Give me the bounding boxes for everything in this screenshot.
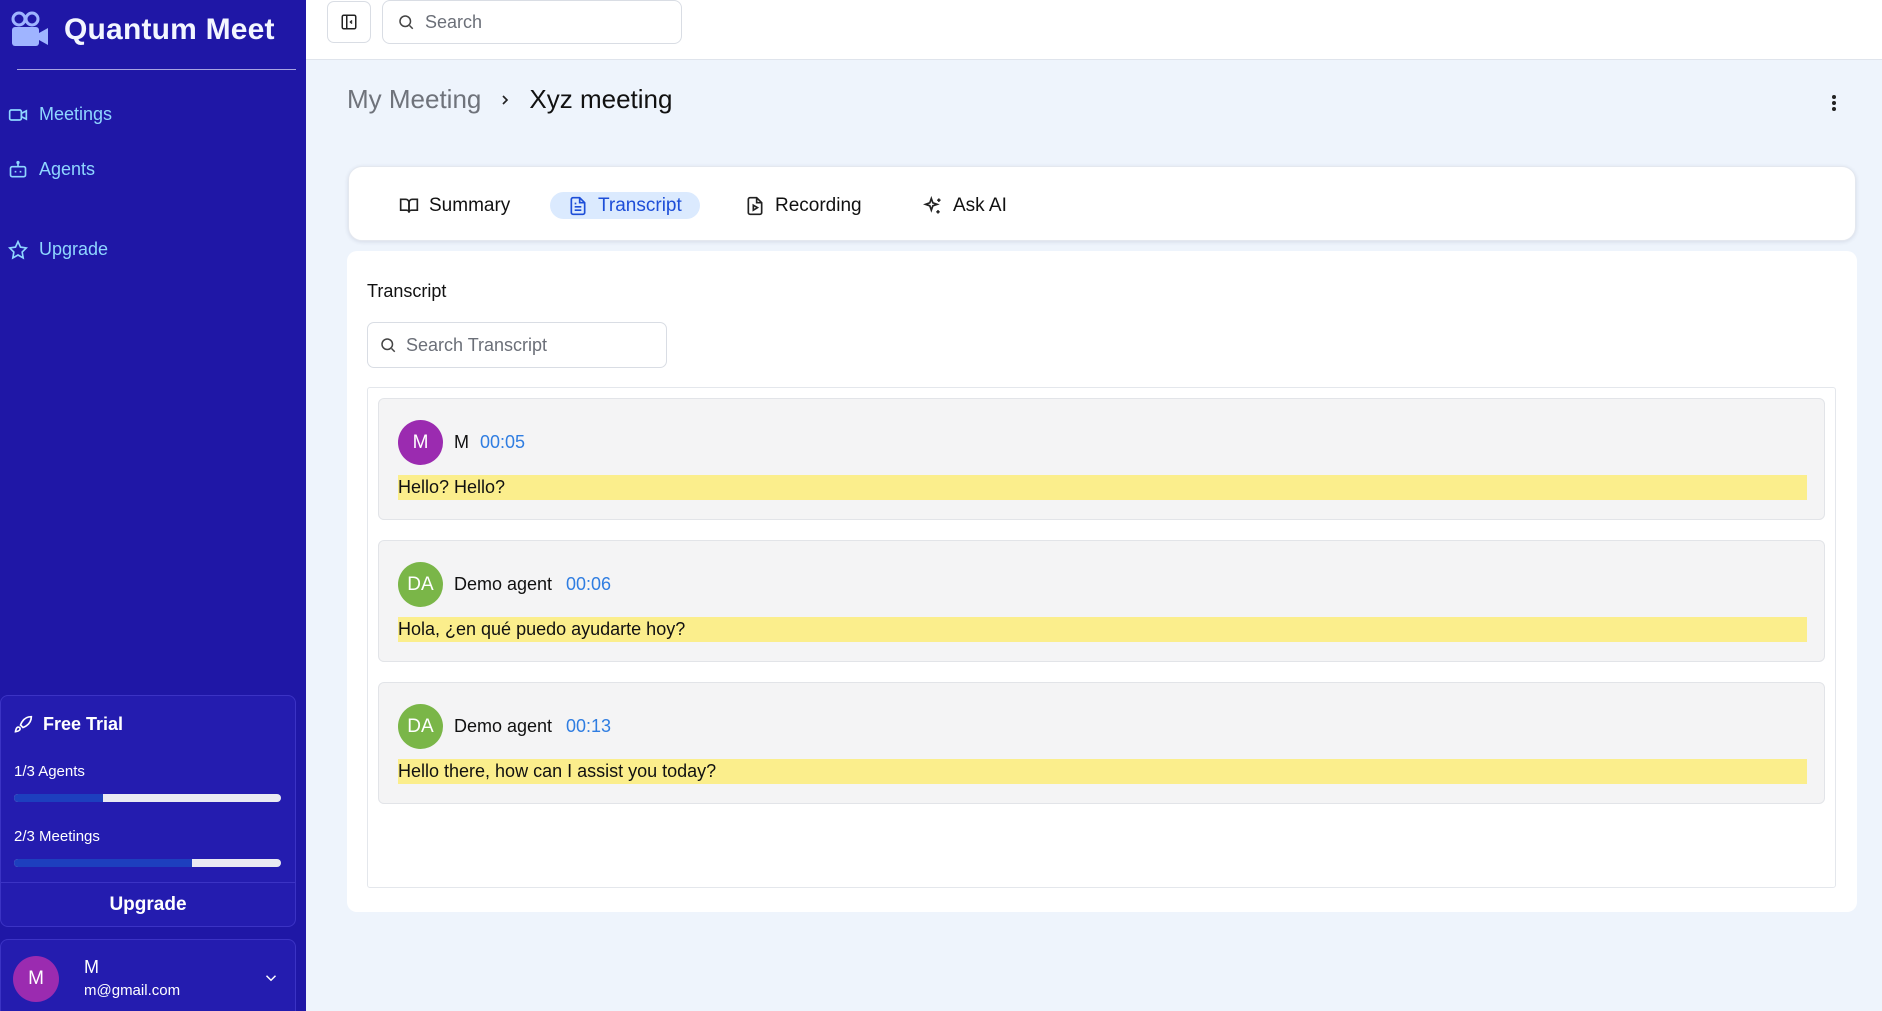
free-trial-card: Free Trial 1/3 Agents 2/3 Meetings Upgra… xyxy=(0,695,296,927)
meetings-usage-label: 2/3 Meetings xyxy=(14,828,100,845)
agents-usage-label: 1/3 Agents xyxy=(14,763,85,780)
user-name: M xyxy=(84,957,99,977)
meetings-usage-fill xyxy=(14,859,193,867)
star-icon xyxy=(8,239,28,260)
video-icon xyxy=(8,108,28,121)
meetings-usage-bar xyxy=(14,859,281,867)
transcript-entry: M M 00:05 Hello? Hello? xyxy=(378,398,1825,520)
search-icon xyxy=(381,338,396,353)
brand[interactable]: Quantum Meet xyxy=(10,8,275,52)
sidebar-item-label: Agents xyxy=(39,159,96,179)
book-open-icon xyxy=(399,198,419,213)
transcript-entry: DA Demo agent 00:13 Hello there, how can… xyxy=(378,682,1825,804)
agents-usage-fill xyxy=(14,794,103,802)
page-title: Xyz meeting xyxy=(529,84,673,114)
speaker-name: Demo agent xyxy=(454,574,553,594)
breadcrumb: My Meeting Xyz meeting xyxy=(347,84,672,115)
transcript-text: Hello there, how can I assist you today? xyxy=(398,759,1807,784)
user-email: m@gmail.com xyxy=(84,982,181,999)
transcript-list[interactable]: M M 00:05 Hello? Hello? DA Demo agent 00… xyxy=(367,387,1836,888)
toggle-sidebar-button[interactable] xyxy=(327,1,371,43)
tab-ask-ai[interactable]: Ask AI xyxy=(905,192,1025,219)
video-camera-logo-icon xyxy=(11,11,48,46)
transcript-entry: DA Demo agent 00:06 Hola, ¿en qué puedo … xyxy=(378,540,1825,662)
search-box[interactable] xyxy=(382,0,682,44)
sidebar: Quantum Meet Meetings Agents Upgrade Fre… xyxy=(0,0,306,1011)
tab-recording[interactable]: Recording xyxy=(727,192,880,219)
upgrade-button[interactable]: Upgrade xyxy=(1,883,295,927)
avatar: M xyxy=(13,956,59,1002)
tab-label: Ask AI xyxy=(953,194,1007,216)
bot-icon xyxy=(9,160,27,177)
agents-usage-bar xyxy=(14,794,281,802)
avatar: DA xyxy=(398,704,443,749)
speaker-name: Demo agent xyxy=(454,716,553,736)
file-text-icon xyxy=(570,196,586,215)
sparkles-icon xyxy=(923,195,941,213)
transcript-search-input[interactable] xyxy=(406,334,656,356)
free-trial-header: Free Trial xyxy=(13,714,123,735)
sidebar-divider xyxy=(17,69,296,70)
tab-transcript[interactable]: Transcript xyxy=(550,192,700,219)
panel-left-icon xyxy=(341,14,357,30)
app-title: Quantum Meet xyxy=(64,13,275,46)
more-options-button[interactable] xyxy=(1824,92,1844,114)
chevron-down-icon[interactable] xyxy=(262,969,280,987)
avatar: DA xyxy=(398,562,443,607)
sidebar-item-label: Meetings xyxy=(39,104,113,124)
tab-label: Transcript xyxy=(598,194,682,216)
sidebar-item-label: Upgrade xyxy=(39,239,109,259)
avatar: M xyxy=(398,420,443,465)
topbar xyxy=(306,0,1882,60)
tab-label: Recording xyxy=(775,194,862,216)
transcript-heading: Transcript xyxy=(367,281,447,301)
transcript-text: Hola, ¿en qué puedo ayudarte hoy? xyxy=(398,617,1807,642)
sidebar-item-agents[interactable]: Agents xyxy=(8,159,95,180)
more-vertical-icon xyxy=(1832,95,1836,111)
tab-summary[interactable]: Summary xyxy=(381,192,528,219)
file-video-icon xyxy=(747,196,763,215)
timestamp-link[interactable]: 00:05 xyxy=(480,432,525,453)
meeting-tabs: Summary Transcript Recording Ask AI xyxy=(348,166,1856,241)
rocket-icon xyxy=(14,715,33,733)
free-trial-title: Free Trial xyxy=(43,714,124,734)
search-input[interactable] xyxy=(425,11,665,33)
search-icon xyxy=(399,15,414,30)
tab-label: Summary xyxy=(429,194,511,216)
sidebar-item-meetings[interactable]: Meetings xyxy=(8,104,112,125)
transcript-search-box[interactable] xyxy=(367,322,667,368)
transcript-text: Hello? Hello? xyxy=(398,475,1807,500)
timestamp-link[interactable]: 00:06 xyxy=(566,574,611,595)
chevron-right-icon xyxy=(502,94,509,105)
transcript-panel: Transcript M M 00:05 Hello? Hello? DA De… xyxy=(347,251,1857,912)
timestamp-link[interactable]: 00:13 xyxy=(566,716,611,737)
sidebar-item-upgrade[interactable]: Upgrade xyxy=(8,239,108,260)
user-menu[interactable]: M M m@gmail.com xyxy=(0,939,296,1011)
breadcrumb-parent-link[interactable]: My Meeting xyxy=(347,84,481,115)
speaker-name: M xyxy=(454,432,469,452)
